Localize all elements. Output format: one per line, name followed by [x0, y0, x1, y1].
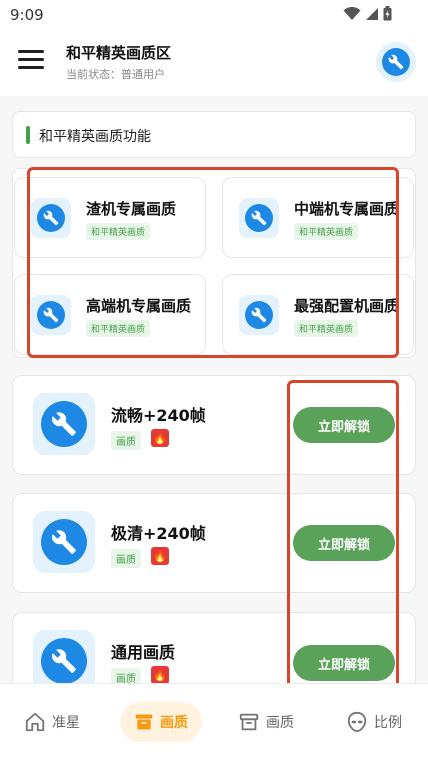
grid-icon-tile	[239, 198, 279, 238]
menu-icon[interactable]	[18, 50, 44, 72]
grid-card-title: 渣机专属画质	[86, 200, 177, 218]
wrench-icon	[41, 401, 87, 447]
user-status: 当前状态：普通用户	[66, 68, 165, 81]
nav-item-crosshair[interactable]: 准星	[24, 702, 80, 742]
bottom-nav: 准星 画质 画质 比例	[0, 683, 428, 761]
fire-icon: 🔥	[151, 429, 169, 447]
section-accent-bar	[26, 126, 30, 144]
nav-label: 准星	[52, 715, 80, 731]
grid-icon-tile	[239, 295, 279, 335]
battery-icon	[383, 6, 392, 21]
status-time: 9:09	[10, 6, 44, 24]
list-card-title: 通用画质	[111, 643, 176, 662]
status-icons	[343, 6, 392, 21]
grid-icon-tile	[31, 295, 71, 335]
wrench-icon	[382, 48, 410, 76]
signal-icon	[366, 7, 378, 20]
grid-card-mid-end[interactable]: 中端机专属画质 和平精英画质	[222, 177, 414, 258]
section-title: 和平精英画质功能	[39, 129, 151, 145]
grid-card-tag: 和平精英画质	[86, 223, 151, 240]
wrench-icon	[245, 301, 273, 329]
list-card-tag: 画质	[111, 549, 141, 568]
nav-item-quality[interactable]: 画质	[238, 702, 294, 742]
nav-item-ratio[interactable]: 比例	[346, 702, 402, 742]
grid-card-tag: 和平精英画质	[86, 320, 151, 337]
grid-icon-tile	[31, 198, 71, 238]
fire-icon: 🔥	[151, 666, 169, 684]
grid-card-title: 高端机专属画质	[86, 297, 192, 315]
alien-icon	[347, 711, 367, 733]
grid-card-tag: 和平精英画质	[294, 320, 359, 337]
status-bar: 9:09	[0, 0, 428, 30]
wrench-icon	[37, 204, 65, 232]
section-header: 和平精英画质功能	[12, 111, 416, 158]
list-card-smooth-240[interactable]: 流畅+240帧 画质 🔥 立即解锁	[12, 375, 416, 475]
unlock-button[interactable]: 立即解锁	[293, 645, 395, 681]
wrench-icon	[245, 204, 273, 232]
wifi-icon	[343, 6, 361, 20]
home-icon	[25, 712, 45, 732]
fire-icon: 🔥	[151, 547, 169, 565]
app-header: 和平精英画质区 当前状态：普通用户	[0, 30, 428, 96]
nav-item-quality-active[interactable]: 画质	[120, 702, 202, 742]
grid-card-title: 中端机专属画质	[294, 200, 400, 218]
archive-icon	[239, 713, 259, 731]
list-card-title: 极清+240帧	[111, 524, 206, 543]
grid-card-top-config[interactable]: 最强配置机画质 和平精英画质	[222, 274, 414, 355]
grid-card-high-end[interactable]: 高端机专属画质 和平精英画质	[14, 274, 206, 355]
page-title: 和平精英画质区	[66, 44, 172, 62]
grid-card-title: 最强配置机画质	[294, 297, 400, 315]
nav-label: 画质	[160, 715, 188, 731]
list-icon-tile	[33, 511, 95, 573]
wrench-icon	[37, 301, 65, 329]
list-card-title: 流畅+240帧	[111, 406, 206, 425]
unlock-button[interactable]: 立即解锁	[293, 407, 395, 443]
wrench-icon	[41, 519, 87, 565]
grid-card-tag: 和平精英画质	[294, 223, 359, 240]
nav-label: 画质	[266, 715, 294, 731]
wrench-icon	[41, 638, 87, 684]
list-card-tag: 画质	[111, 431, 141, 450]
unlock-button[interactable]: 立即解锁	[293, 525, 395, 561]
avatar[interactable]	[376, 42, 416, 82]
list-card-ultra-240[interactable]: 极清+240帧 画质 🔥 立即解锁	[12, 493, 416, 593]
box-icon	[135, 714, 153, 730]
grid-card-low-end[interactable]: 渣机专属画质 和平精英画质	[14, 177, 206, 258]
nav-label: 比例	[374, 715, 402, 731]
list-icon-tile	[33, 393, 95, 455]
